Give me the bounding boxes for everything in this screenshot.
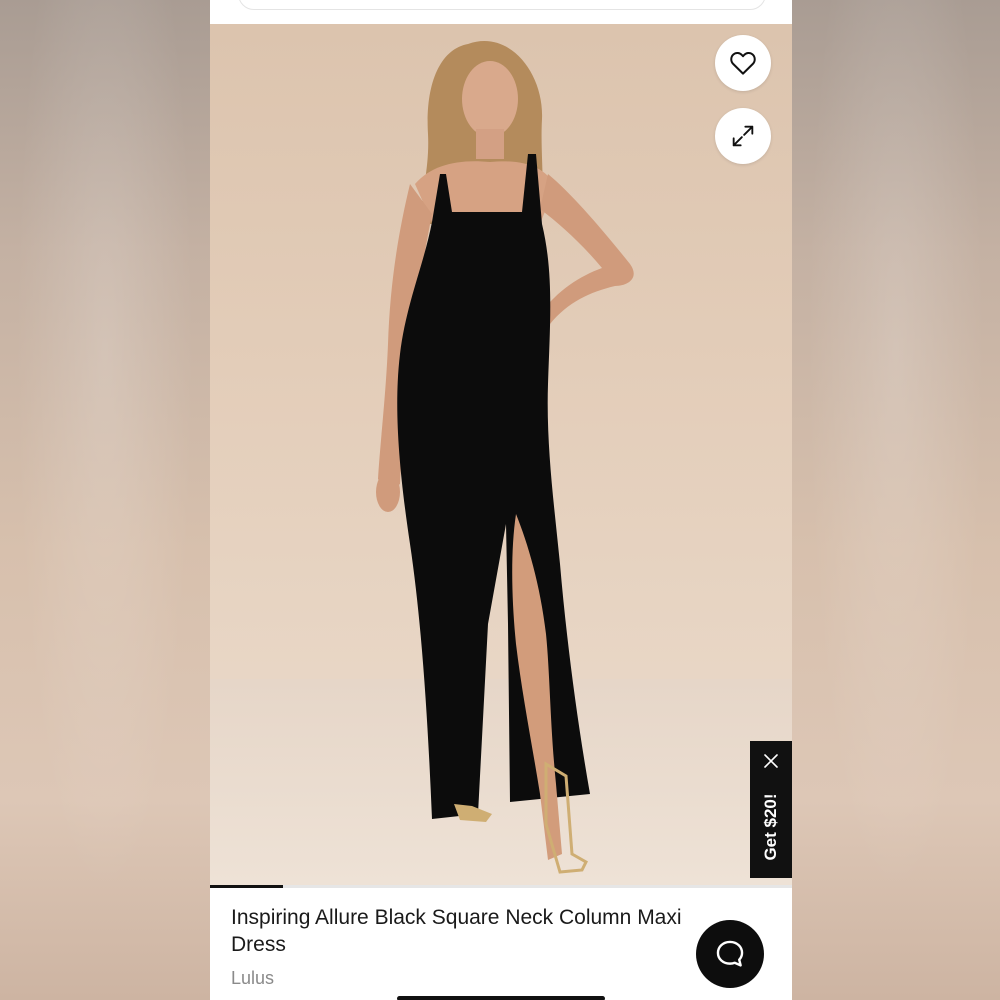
gallery-progress-fill xyxy=(210,885,283,888)
promo-label[interactable]: Get $20! xyxy=(761,793,781,860)
heart-outline-icon xyxy=(730,51,756,75)
product-page: Get $20! Inspiring Allure Black Square N… xyxy=(210,0,792,1000)
promo-close-button[interactable] xyxy=(762,752,780,770)
promo-tab[interactable]: Get $20! xyxy=(750,741,792,878)
product-image[interactable]: Get $20! xyxy=(210,24,792,886)
chat-bubble-icon xyxy=(716,940,744,967)
blurred-backdrop-right xyxy=(792,0,1000,1000)
top-bar xyxy=(210,0,792,24)
search-bar[interactable] xyxy=(238,0,766,10)
model-photo xyxy=(376,41,634,874)
product-title: Inspiring Allure Black Square Neck Colum… xyxy=(231,906,682,956)
close-icon xyxy=(764,754,778,768)
favorite-button[interactable] xyxy=(715,35,771,91)
blurred-backdrop-left xyxy=(0,0,210,1000)
chat-button[interactable] xyxy=(696,920,764,988)
gallery-progress xyxy=(210,885,792,888)
brand-name[interactable]: Lulus xyxy=(231,968,274,989)
expand-image-button[interactable] xyxy=(715,108,771,164)
home-indicator xyxy=(397,996,605,1000)
expand-arrows-icon xyxy=(732,125,754,147)
